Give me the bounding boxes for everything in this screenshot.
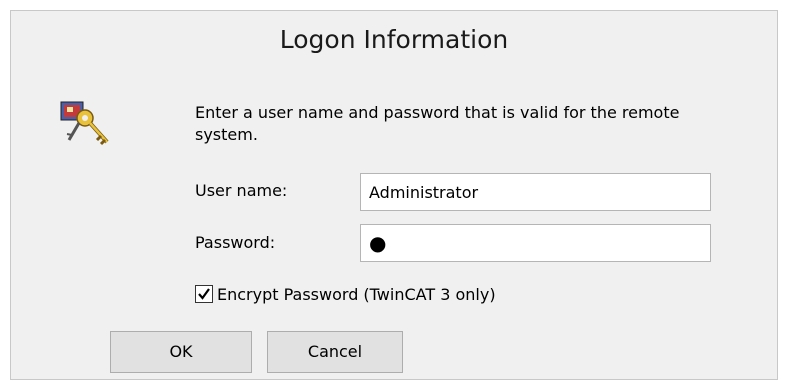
encrypt-password-row[interactable]: Encrypt Password (TwinCAT 3 only) (195, 283, 496, 305)
encrypt-password-checkbox[interactable] (195, 285, 213, 303)
password-field[interactable]: ● (360, 224, 711, 262)
password-label: Password: (195, 233, 276, 252)
logon-dialog: Logon Information Enter a user name and … (10, 10, 778, 380)
checkmark-icon (198, 288, 210, 300)
keys-icon (55, 100, 115, 150)
dialog-body: Enter a user name and password that is v… (11, 68, 777, 379)
cancel-button[interactable]: Cancel (267, 331, 403, 373)
encrypt-password-label: Encrypt Password (TwinCAT 3 only) (217, 284, 496, 304)
username-label: User name: (195, 181, 288, 200)
instruction-text: Enter a user name and password that is v… (195, 103, 680, 144)
username-field[interactable] (360, 173, 711, 211)
dialog-title: Logon Information (11, 11, 777, 69)
ok-button[interactable]: OK (110, 331, 252, 373)
